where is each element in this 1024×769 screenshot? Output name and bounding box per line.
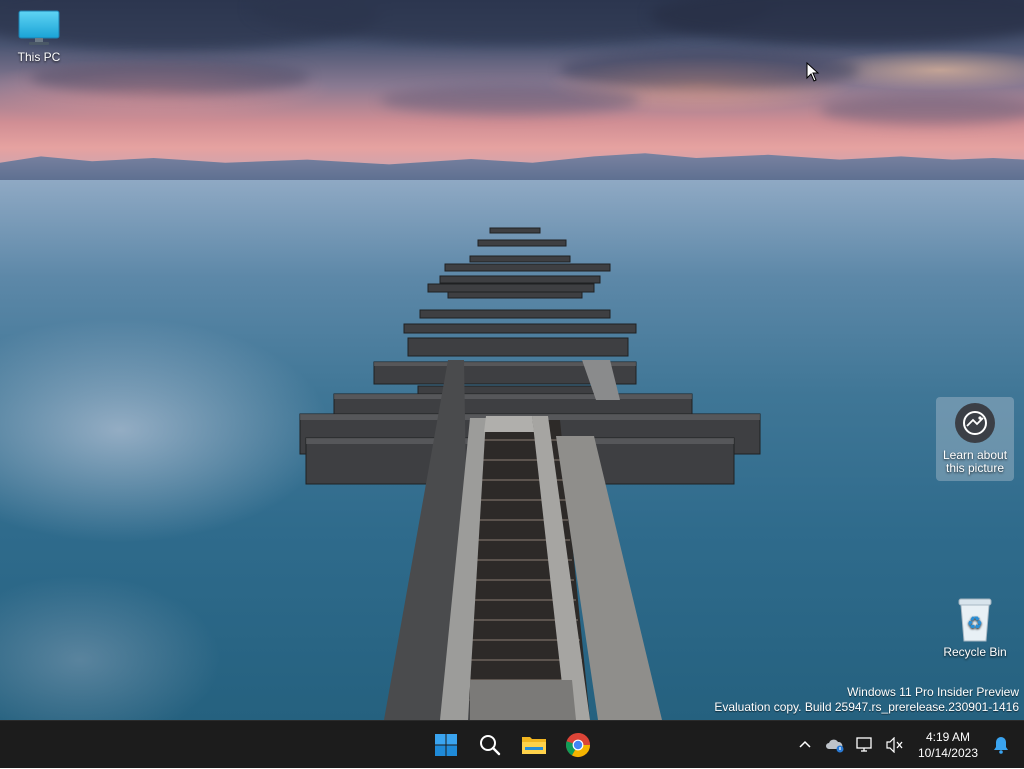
clock-time: 4:19 AM bbox=[925, 730, 970, 744]
this-pc-icon bbox=[18, 10, 60, 45]
wallpaper-pier bbox=[299, 227, 761, 720]
show-hidden-icons-button[interactable] bbox=[790, 725, 820, 765]
notifications-button[interactable] bbox=[986, 725, 1016, 765]
desktop-icon-recycle-bin[interactable]: ♻ Recycle Bin bbox=[936, 597, 1014, 659]
system-tray: 4:19 AM 10/14/2023 bbox=[790, 721, 1024, 769]
file-explorer-button[interactable] bbox=[512, 725, 556, 765]
search-icon bbox=[480, 735, 501, 756]
taskbar: 4:19 AM 10/14/2023 bbox=[0, 720, 1024, 768]
taskbar-apps bbox=[424, 721, 600, 769]
volume-muted-icon bbox=[886, 737, 903, 753]
file-explorer-icon bbox=[522, 737, 546, 754]
clock-date: 10/14/2023 bbox=[917, 746, 978, 760]
network-button[interactable] bbox=[850, 725, 880, 765]
bell-icon bbox=[994, 737, 1008, 754]
taskbar-clock[interactable]: 4:19 AM 10/14/2023 bbox=[910, 729, 986, 761]
search-button[interactable] bbox=[468, 725, 512, 765]
chrome-icon bbox=[566, 733, 590, 758]
mouse-cursor-icon bbox=[806, 62, 820, 82]
chevron-up-icon bbox=[799, 740, 811, 748]
desktop-wallpaper bbox=[0, 0, 1024, 720]
start-button[interactable] bbox=[424, 725, 468, 765]
windows-watermark: Windows 11 Pro Insider Preview Evaluatio… bbox=[714, 685, 1019, 715]
desktop-icon-label: This PC bbox=[17, 50, 61, 64]
recycle-bin-icon: ♻ bbox=[958, 598, 992, 642]
volume-button[interactable] bbox=[880, 725, 910, 765]
onedrive-icon bbox=[825, 739, 844, 753]
onedrive-button[interactable] bbox=[820, 725, 850, 765]
watermark-build: Evaluation copy. Build 25947.rs_prerelea… bbox=[714, 700, 1019, 714]
learn-widget-label: Learn about this picture bbox=[942, 448, 1008, 475]
chrome-button[interactable] bbox=[556, 725, 600, 765]
network-icon bbox=[856, 737, 872, 752]
svg-text:♻: ♻ bbox=[967, 613, 983, 634]
desktop-icon-label: Recycle Bin bbox=[943, 645, 1007, 659]
windows-start-icon bbox=[435, 734, 457, 756]
learn-about-this-picture-button[interactable]: Learn about this picture bbox=[936, 397, 1014, 481]
camera-lens-icon bbox=[955, 403, 995, 443]
desktop-icon-this-pc[interactable]: This PC bbox=[0, 8, 78, 64]
watermark-edition: Windows 11 Pro Insider Preview bbox=[847, 685, 1019, 699]
